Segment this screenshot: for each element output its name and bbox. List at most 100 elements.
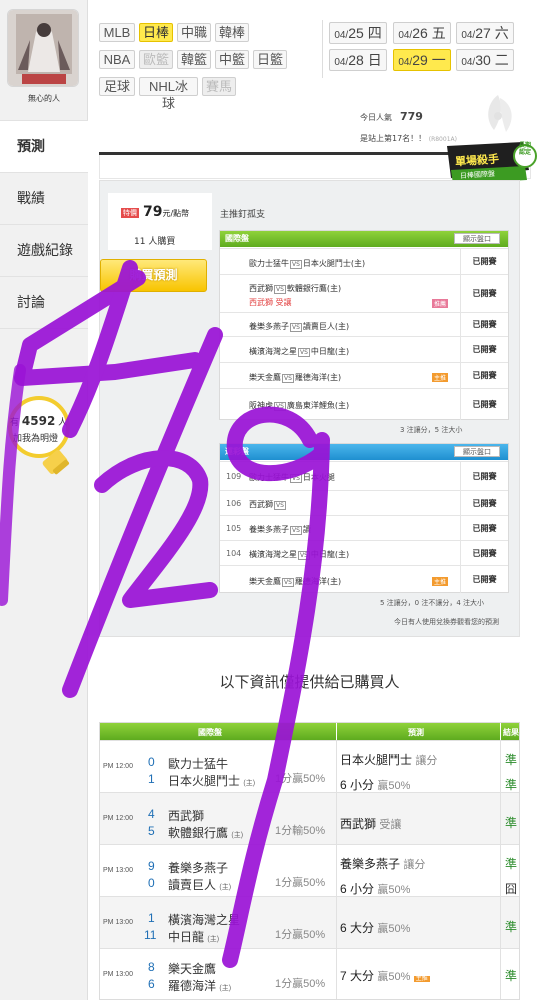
nav-item-discussion[interactable]: 討論 bbox=[0, 276, 88, 328]
matchup: 橫濱海灣之星 VS 中日龍(主) bbox=[249, 549, 349, 560]
header-result: 結果 bbox=[503, 728, 519, 737]
matchup: 養樂多燕子 VS 讀賣巨人(主) bbox=[249, 321, 349, 332]
date-0430[interactable]: 04/30 二 bbox=[456, 49, 514, 71]
prediction-sub: 贏50% bbox=[377, 923, 411, 935]
avatar[interactable] bbox=[7, 9, 79, 87]
date-weekday: 日 bbox=[367, 52, 382, 68]
result-1: 準 bbox=[505, 969, 518, 983]
sport-horse-racing[interactable]: 賽馬 bbox=[202, 77, 236, 96]
prediction-text: 7 大分 bbox=[340, 969, 375, 983]
recommend-tag: 推薦 bbox=[432, 299, 449, 308]
buy-prediction-button[interactable]: 購買預測 bbox=[100, 259, 207, 292]
sport-mlb[interactable]: MLB bbox=[99, 23, 135, 42]
popularity: 今日人氣 779 bbox=[360, 110, 423, 123]
home-team-name: 中日龍 bbox=[168, 930, 205, 944]
handicap-result: 1分贏50% bbox=[275, 877, 326, 889]
sport-npb[interactable]: 日棒 bbox=[139, 23, 173, 42]
table-row: 109 歐力士猛牛 VS 日本火腿 已開賽 bbox=[220, 461, 508, 490]
matchup: 西武獅 VS 軟體銀行鷹(主) bbox=[249, 283, 341, 294]
prediction-text: 養樂多燕子 bbox=[340, 857, 401, 871]
away-team: 西武獅 bbox=[249, 500, 273, 509]
date-0425[interactable]: 04/25 四 bbox=[329, 22, 387, 44]
popularity-value: 779 bbox=[400, 110, 423, 123]
show-lines-button[interactable]: 顯示盤口 bbox=[454, 446, 500, 457]
home-team: 讀 bbox=[302, 525, 311, 534]
date-weekday: 四 bbox=[367, 25, 382, 41]
prediction-sub: 讓分 bbox=[403, 859, 426, 871]
game-number: 106 bbox=[226, 499, 242, 508]
username: 無心的人 bbox=[28, 94, 60, 103]
table-row: PM 13:00 1 橫濱海灣之星 11 中日龍 (主) 1分贏50% 6 大分… bbox=[100, 896, 519, 949]
main-pick-tag: 主推 bbox=[432, 577, 449, 586]
status: 已開賽 bbox=[460, 249, 508, 274]
divider bbox=[336, 723, 337, 740]
nav-item-blank[interactable] bbox=[0, 328, 88, 380]
local-table-header: 運彩盤 顯示盤口 bbox=[220, 444, 508, 460]
home-team-name: 日本火腿鬥士 bbox=[168, 774, 241, 788]
matchup: 樂天金鷹 VS 羅德海洋(主) bbox=[249, 372, 341, 383]
main-pick-tag: 主推 bbox=[432, 373, 449, 382]
header-prediction: 預測 bbox=[408, 728, 424, 737]
buyer-count: 11 人購買 bbox=[134, 237, 176, 247]
badge-title: 單場殺手 bbox=[454, 152, 500, 169]
rank-text: 是站上第17名！！ bbox=[360, 134, 427, 143]
nav-item-predictions[interactable]: 預測 bbox=[0, 120, 88, 172]
home-team: 讀賣巨人 (主) bbox=[168, 876, 231, 893]
prediction-sub: 受讓 bbox=[379, 819, 402, 831]
date-0427[interactable]: 04/27 六 bbox=[456, 22, 514, 44]
status: 已開賽 bbox=[460, 275, 508, 312]
sport-soccer[interactable]: 足球 bbox=[99, 77, 135, 96]
sport-euro-basketball[interactable]: 歐籃 bbox=[139, 50, 173, 69]
prediction-text: 日本火腿鬥士 bbox=[340, 753, 413, 767]
date-day: 29 bbox=[412, 52, 428, 68]
divider bbox=[336, 741, 337, 793]
home-score: 1 bbox=[148, 772, 155, 786]
sport-nhl[interactable]: NHL冰球 bbox=[139, 77, 198, 111]
game-time: PM 12:00 bbox=[103, 815, 133, 822]
nav-item-record[interactable]: 戰績 bbox=[0, 172, 88, 224]
results-header: 國際盤 預測 結果 bbox=[100, 723, 519, 740]
table-row: 西武獅 VS 軟體銀行鷹(主) 西武獅 受讓 推薦 已開賽 bbox=[220, 274, 508, 312]
result-2: 準 bbox=[505, 778, 518, 792]
show-lines-button[interactable]: 顯示盤口 bbox=[454, 233, 500, 244]
away-team: 歐力士猛牛 bbox=[249, 473, 289, 482]
results-table: 國際盤 預測 結果 PM 12:00 0 歐力士猛牛 1 日本火腿鬥士 (主) … bbox=[99, 722, 520, 1000]
table-row: 養樂多燕子 VS 讀賣巨人(主) 已開賽 bbox=[220, 312, 508, 336]
matchup: 樂天金鷹 VS 羅德海洋(主) bbox=[249, 576, 341, 587]
date-0426[interactable]: 04/26 五 bbox=[393, 22, 451, 44]
sport-japan-basketball[interactable]: 日籃 bbox=[253, 50, 287, 69]
prediction-1: 養樂多燕子 讓分 bbox=[340, 855, 425, 872]
local-header-label: 運彩盤 bbox=[225, 447, 249, 456]
home-team: 軟體銀行鷹 (主) bbox=[168, 824, 243, 841]
home-mark: (主) bbox=[219, 985, 232, 992]
vs-icon: VS bbox=[274, 501, 286, 510]
table-row: 樂天金鷹 VS 羅德海洋(主) 主推 已開賽 bbox=[220, 362, 508, 388]
result-cell: 準準 bbox=[500, 741, 519, 793]
avatar-image-icon bbox=[8, 10, 78, 86]
date-day: 27 bbox=[475, 25, 491, 41]
matchup: 西武獅 VS bbox=[249, 499, 287, 510]
sport-nba[interactable]: NBA bbox=[99, 50, 135, 69]
status: 已開賽 bbox=[460, 516, 508, 540]
sport-kbo[interactable]: 韓棒 bbox=[215, 23, 249, 42]
table-row: PM 13:00 8 樂天金鷹 6 羅德海洋 (主) 1分贏50% 7 大分 贏… bbox=[100, 948, 519, 999]
vs-icon: VS bbox=[298, 348, 310, 357]
date-day: 30 bbox=[475, 52, 491, 68]
sport-korea-basketball[interactable]: 韓籃 bbox=[177, 50, 211, 69]
result-2: 囧 bbox=[505, 882, 518, 896]
pick-type: 受讓 bbox=[275, 298, 292, 307]
date-0429[interactable]: 04/29 一 bbox=[393, 49, 451, 71]
home-mark: (主) bbox=[231, 832, 244, 839]
badge-corner: 長期認定 bbox=[519, 142, 532, 156]
sport-china-basketball[interactable]: 中籃 bbox=[215, 50, 249, 69]
date-0428[interactable]: 04/28 日 bbox=[329, 49, 387, 71]
home-score: 0 bbox=[148, 876, 155, 890]
game-time: PM 12:00 bbox=[103, 763, 133, 770]
sport-cpbl[interactable]: 中職 bbox=[177, 23, 211, 42]
date-day: 25 bbox=[348, 25, 364, 41]
prediction-1: 日本火腿鬥士 讓分 bbox=[340, 751, 437, 768]
vs-icon: VS bbox=[282, 578, 294, 587]
intl-table-header: 國際盤 顯示盤口 bbox=[220, 231, 508, 247]
nav-item-game-log[interactable]: 遊戲紀錄 bbox=[0, 224, 88, 276]
divider bbox=[336, 949, 337, 999]
